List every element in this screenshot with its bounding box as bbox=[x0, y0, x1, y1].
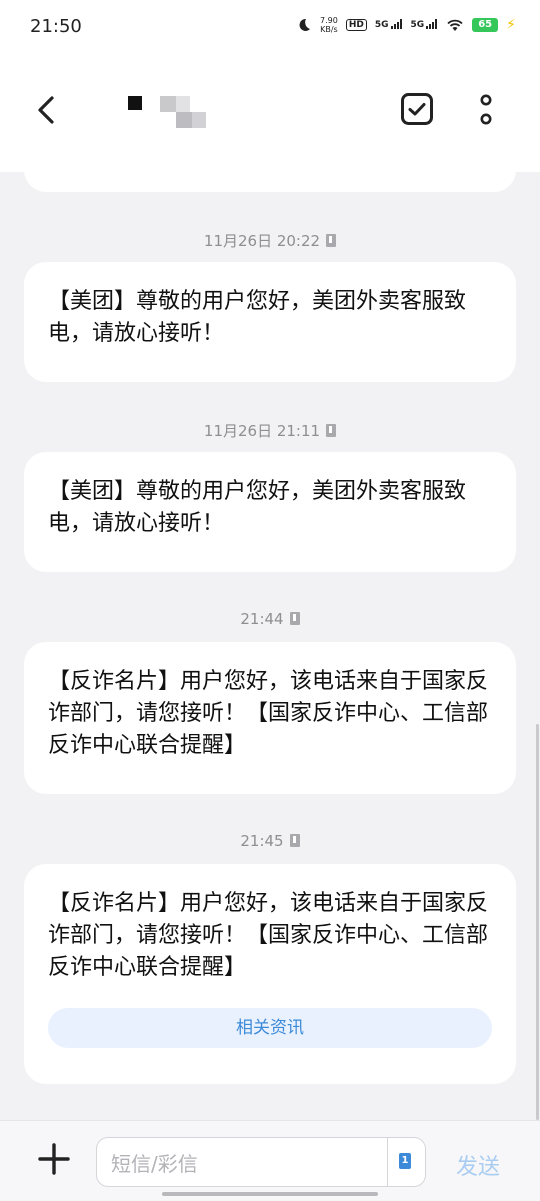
signal-2-label: 5G bbox=[410, 20, 425, 30]
message-bubble[interactable]: 【反诈名片】用户您好，该电话来自于国家反诈部门，请您接听！【国家反诈中心、工信部… bbox=[24, 642, 516, 794]
message-timestamp: 21:45 bbox=[0, 832, 540, 850]
net-speed-unit: KB/s bbox=[320, 25, 338, 34]
message-timestamp: 11月26日 21:11 bbox=[0, 420, 540, 441]
sim-card-icon bbox=[326, 424, 337, 437]
message-text: 【反诈名片】用户您好，该电话来自于国家反诈部门，请您接听！【国家反诈中心、工信部… bbox=[48, 891, 489, 980]
sim-card-icon bbox=[289, 834, 300, 847]
message-input[interactable] bbox=[109, 1148, 383, 1180]
contact-name-masked[interactable] bbox=[126, 94, 210, 130]
home-indicator[interactable] bbox=[162, 1192, 378, 1196]
signal-1-label: 5G bbox=[374, 20, 389, 30]
net-speed-value: 7.90 bbox=[320, 16, 338, 25]
send-button[interactable]: 发送 bbox=[456, 1149, 500, 1181]
previous-message-bubble bbox=[24, 172, 516, 192]
signal-bars-icon bbox=[390, 19, 403, 29]
battery-icon: 65 bbox=[472, 18, 499, 32]
signal-bars-icon bbox=[426, 19, 438, 29]
message-timestamp: 11月26日 20:22 bbox=[0, 230, 540, 251]
timestamp-text: 21:44 bbox=[240, 610, 284, 628]
message-list[interactable]: 11月26日 20:22 【美团】尊敬的用户您好，美团外卖客服致电，请放心接听！… bbox=[0, 172, 540, 1120]
message-bubble[interactable]: 【美团】尊敬的用户您好，美团外卖客服致电，请放心接听！ bbox=[24, 262, 516, 382]
timestamp-text: 21:45 bbox=[240, 832, 284, 850]
top-bar: 21:50 7.90 KB/s HD 5G 5G 65 ⚡ bbox=[0, 0, 540, 172]
status-time: 21:50 bbox=[30, 16, 82, 37]
wifi-icon bbox=[447, 19, 463, 31]
message-text: 【美团】尊敬的用户您好，美团外卖客服致电，请放心接听！ bbox=[48, 479, 467, 536]
related-news-button[interactable]: 相关资讯 bbox=[48, 1008, 492, 1048]
more-options-icon[interactable] bbox=[474, 94, 498, 130]
select-check-icon[interactable] bbox=[400, 92, 434, 126]
message-bubble[interactable]: 【美团】尊敬的用户您好，美团外卖客服致电，请放心接听！ bbox=[24, 452, 516, 572]
net-speed: 7.90 KB/s bbox=[320, 16, 338, 34]
timestamp-text: 11月26日 21:11 bbox=[203, 422, 321, 440]
sim-selector[interactable]: 1 bbox=[387, 1138, 426, 1186]
signal-2: 5G bbox=[410, 19, 439, 30]
add-attachment-icon[interactable] bbox=[36, 1141, 72, 1177]
status-icons: 7.90 KB/s HD 5G 5G 65 ⚡ bbox=[296, 16, 516, 34]
back-arrow-icon[interactable] bbox=[30, 90, 70, 130]
moon-icon bbox=[299, 18, 311, 31]
signal-1: 5G bbox=[374, 19, 403, 30]
message-text: 【反诈名片】用户您好，该电话来自于国家反诈部门，请您接听！【国家反诈中心、工信部… bbox=[48, 669, 489, 758]
composer-bar: 1 发送 bbox=[0, 1120, 540, 1201]
message-text: 【美团】尊敬的用户您好，美团外卖客服致电，请放心接听！ bbox=[48, 289, 467, 346]
message-input-box: 1 bbox=[96, 1137, 426, 1187]
charging-icon: ⚡ bbox=[506, 17, 516, 33]
message-bubble[interactable]: 【反诈名片】用户您好，该电话来自于国家反诈部门，请您接听！【国家反诈中心、工信部… bbox=[24, 864, 516, 1084]
scrollbar[interactable] bbox=[536, 724, 539, 1120]
sim-card-icon bbox=[326, 234, 337, 247]
sim-chip-icon: 1 bbox=[399, 1153, 411, 1169]
message-timestamp: 21:44 bbox=[0, 610, 540, 628]
sim-card-icon bbox=[289, 612, 300, 625]
timestamp-text: 11月26日 20:22 bbox=[203, 232, 321, 250]
hd-badge: HD bbox=[345, 19, 367, 31]
